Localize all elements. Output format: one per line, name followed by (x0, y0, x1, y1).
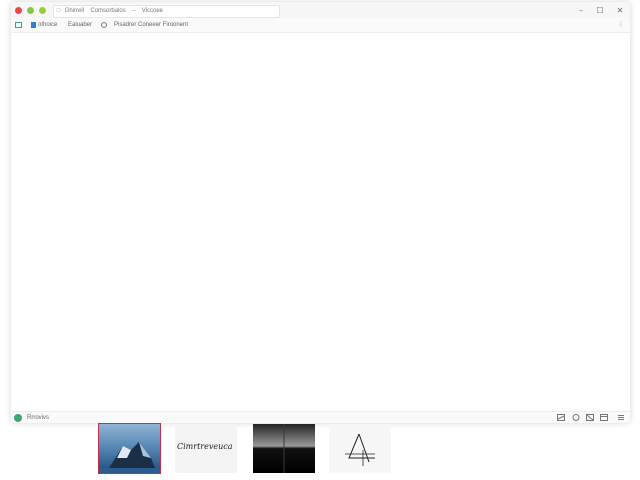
shield-icon (101, 22, 107, 28)
window-icon[interactable] (600, 414, 608, 421)
thumbnail-signature[interactable]: Cimrtreveuca (175, 424, 237, 473)
clock-icon[interactable] (572, 414, 580, 421)
status-icon (14, 414, 22, 422)
list-icon[interactable] (617, 414, 625, 421)
thumbnail-iceberg[interactable] (98, 423, 161, 474)
close-button[interactable]: ✕ (614, 5, 626, 16)
minimize-dot[interactable] (27, 7, 34, 14)
bookmark-icon (31, 22, 36, 28)
maximize-dot[interactable] (39, 7, 46, 14)
menu-icon[interactable]: ⋮ (618, 18, 624, 32)
address-part-3: Viccoee (141, 8, 163, 14)
thumbnail-horizon[interactable] (253, 424, 315, 473)
browser-window: □ Ghirrell Comsorbalos – Viccoee – ☐ ✕ o… (11, 2, 630, 423)
maximize-button[interactable]: ☐ (594, 5, 606, 16)
address-bar[interactable]: □ Ghirrell Comsorbalos – Viccoee (53, 5, 280, 18)
address-part-2: Comsorbalos (90, 8, 126, 14)
minimize-button[interactable]: – (575, 5, 587, 16)
title-bar: □ Ghirrell Comsorbalos – Viccoee – ☐ ✕ (11, 2, 630, 18)
thumbnail-sketch[interactable] (329, 424, 391, 473)
toolbar-item-2[interactable]: Ealuaber (68, 18, 92, 32)
address-separator: – (132, 8, 136, 14)
gallery-icon[interactable] (586, 414, 594, 421)
close-dot[interactable] (15, 7, 22, 14)
status-label: Rrrovivs (27, 415, 49, 421)
page-icon: □ (56, 8, 61, 14)
signature-text: Cimrtreveuca (177, 442, 233, 451)
status-bar: Rrrovivs (11, 411, 630, 423)
toolbar-item-1[interactable]: othoice (38, 18, 57, 32)
toolbar-item-3[interactable]: Pisadrer Coneeer Firoonent (114, 18, 188, 32)
page-content (11, 33, 630, 411)
image-icon (15, 22, 22, 28)
bookmarks-toolbar: othoice Ealuaber Pisadrer Coneeer Firoon… (11, 18, 630, 33)
address-part-1: Ghirrell (64, 8, 85, 14)
image-icon[interactable] (557, 414, 565, 421)
